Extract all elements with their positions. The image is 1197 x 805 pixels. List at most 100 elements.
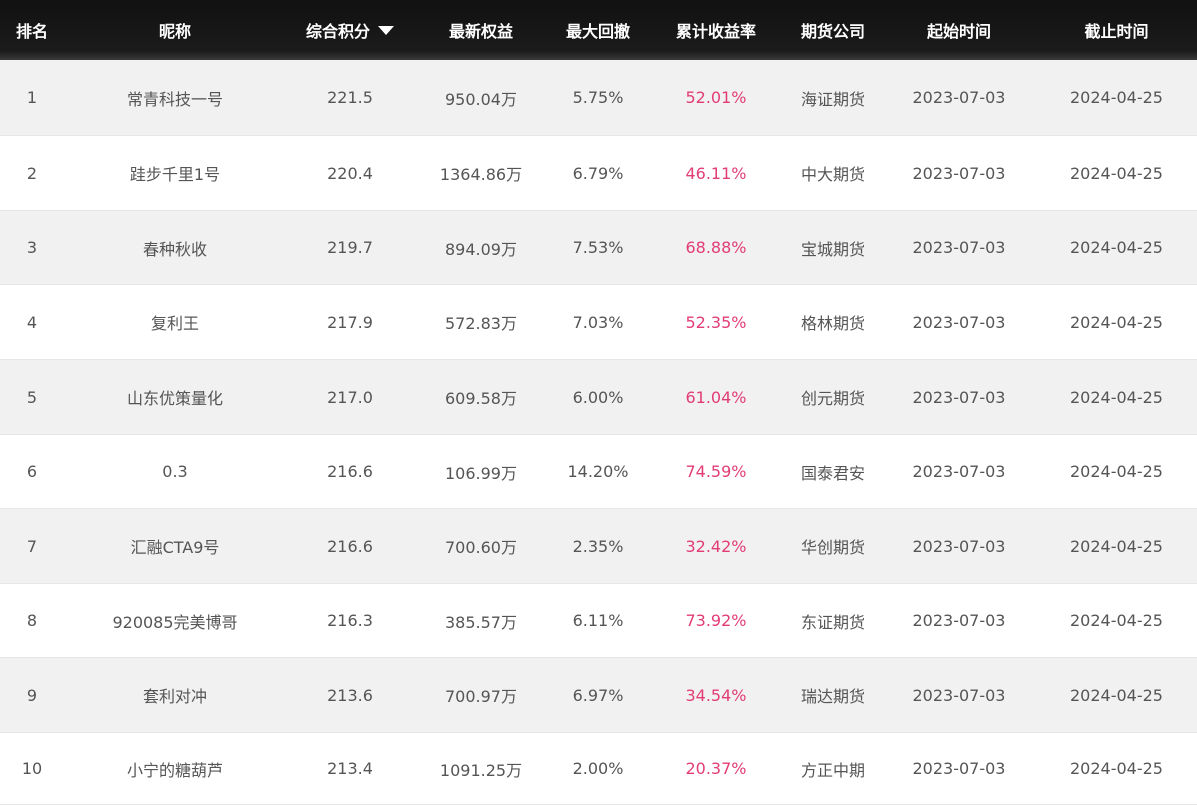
cell-rank: 8 [26,611,38,630]
cell-drawdown: 6.11% [572,611,624,630]
cell-equity: 1364.86万 [439,165,523,184]
cell-return-rate: 46.11% [685,163,747,183]
cell-score: 213.4 [327,759,373,778]
cell-score: 213.6 [327,685,373,705]
cell-score: 216.6 [327,536,373,556]
cell-start-date: 2023-07-03 [912,88,1006,107]
cell-return-rate: 34.54% [685,685,747,705]
cell-equity: 894.09万 [445,239,517,259]
header-nickname[interactable]: 昵称 [64,18,286,42]
cell-drawdown: 7.03% [572,312,624,332]
cell-drawdown: 2.00% [572,759,624,778]
cell-broker: 华创期货 [800,538,865,557]
cell-equity: 950.04万 [445,89,517,109]
cell-nickname[interactable]: 常青科技一号 [64,86,286,110]
cell-nickname[interactable]: 复利王 [64,310,286,334]
cell-equity: 106.99万 [445,463,517,483]
table-row[interactable]: 4 复利王 217.9 572.83万 7.03% 52.35% 格林期货 2023-07-0… [0,285,1197,360]
cell-nickname[interactable]: 小宁的糖葫芦 [64,757,286,781]
cell-equity: 609.58万 [445,389,517,408]
header-rank[interactable]: 排名 [0,18,64,42]
cell-equity: 572.83万 [445,314,517,333]
cell-rank: 10 [21,759,43,778]
cell-rank: 5 [26,387,38,407]
header-end-date[interactable]: 截止时间 [1036,18,1197,42]
header-equity[interactable]: 最新权益 [414,18,548,42]
table-header: 排名 昵称 综合积分 最新权益 最大回撤 累计收益率 期货公司 起始时间 截止时… [0,0,1197,60]
cell-drawdown: 5.75% [572,88,624,107]
cell-return-rate: 20.37% [685,759,747,778]
cell-start-date: 2023-07-03 [912,759,1006,778]
cell-score: 219.7 [327,238,373,257]
header-start-date[interactable]: 起始时间 [882,18,1036,42]
table-row[interactable]: 7 汇融CTA9号 216.6 700.60万 2.35% 32.42% 华创期货 2023-… [0,509,1197,584]
cell-drawdown: 6.97% [572,685,624,705]
header-return-rate[interactable]: 累计收益率 [648,18,784,42]
table-row[interactable]: 8 920085完美博哥 216.3 385.57万 6.11% 73.92% 东证期货 20… [0,584,1197,658]
cell-rank: 1 [26,88,38,107]
cell-end-date: 2024-04-25 [1070,759,1163,778]
cell-start-date: 2023-07-03 [912,312,1006,332]
ranking-table: 排名 昵称 综合积分 最新权益 最大回撤 累计收益率 期货公司 起始时间 截止时… [0,0,1197,805]
cell-end-date: 2024-04-25 [1070,312,1163,332]
table-row[interactable]: 2 跬步千里1号 220.4 1364.86万 6.79% 46.11% 中大期货 2023-… [0,136,1197,211]
cell-end-date: 2024-04-25 [1070,685,1163,705]
cell-equity: 1091.25万 [439,760,523,780]
cell-end-date: 2024-04-25 [1070,536,1163,556]
cell-nickname[interactable]: 春种秋收 [64,236,286,260]
header-score-label: 综合积分 [305,22,370,41]
cell-end-date: 2024-04-25 [1070,238,1163,257]
header-broker[interactable]: 期货公司 [784,18,882,42]
cell-return-rate: 32.42% [685,536,747,556]
table-row[interactable]: 5 山东优策量化 217.0 609.58万 6.00% 61.04% 创元期货 2023-0… [0,360,1197,435]
table-row[interactable]: 3 春种秋收 219.7 894.09万 7.53% 68.88% 宝城期货 2023-07-… [0,211,1197,285]
header-score[interactable]: 综合积分 [286,18,414,42]
cell-broker: 方正中期 [800,760,865,780]
header-drawdown[interactable]: 最大回撤 [548,18,648,42]
cell-nickname[interactable]: 跬步千里1号 [64,161,286,185]
cell-start-date: 2023-07-03 [912,387,1006,407]
cell-end-date: 2024-04-25 [1070,462,1163,481]
cell-broker: 创元期货 [800,389,865,408]
cell-broker: 宝城期货 [800,239,865,259]
cell-score: 220.4 [327,163,373,183]
table-row[interactable]: 1 常青科技一号 221.5 950.04万 5.75% 52.01% 海证期货 2023-0… [0,60,1197,136]
cell-rank: 4 [26,312,38,332]
cell-rank: 9 [26,685,38,705]
cell-return-rate: 74.59% [685,462,747,481]
cell-return-rate: 73.92% [685,611,747,630]
cell-end-date: 2024-04-25 [1070,163,1163,183]
cell-drawdown: 14.20% [567,462,629,481]
cell-nickname[interactable]: 0.3 [64,462,286,481]
cell-drawdown: 7.53% [572,238,624,257]
cell-broker: 海证期货 [800,89,865,109]
cell-start-date: 2023-07-03 [912,462,1006,481]
cell-rank: 7 [26,536,38,556]
table-row[interactable]: 10 小宁的糖葫芦 213.4 1091.25万 2.00% 20.37% 方正中期 2023… [0,733,1197,805]
cell-broker: 东证期货 [800,612,865,632]
cell-score: 216.6 [327,462,373,481]
cell-end-date: 2024-04-25 [1070,387,1163,407]
table-body: 1 常青科技一号 221.5 950.04万 5.75% 52.01% 海证期货 2023-0… [0,60,1197,805]
cell-return-rate: 68.88% [685,238,747,257]
cell-nickname[interactable]: 汇融CTA9号 [64,534,286,558]
cell-end-date: 2024-04-25 [1070,611,1163,630]
cell-nickname[interactable]: 套利对冲 [64,683,286,707]
cell-rank: 3 [26,238,38,257]
cell-equity: 385.57万 [445,612,517,632]
cell-equity: 700.60万 [445,538,517,557]
cell-drawdown: 6.79% [572,163,624,183]
cell-score: 217.9 [327,312,373,332]
cell-return-rate: 52.01% [685,88,747,107]
caret-down-icon[interactable] [378,25,394,35]
cell-nickname[interactable]: 920085完美博哥 [64,609,286,633]
cell-drawdown: 2.35% [572,536,624,556]
cell-equity: 700.97万 [445,687,517,706]
cell-drawdown: 6.00% [572,387,624,407]
cell-broker: 瑞达期货 [800,687,865,706]
table-row[interactable]: 9 套利对冲 213.6 700.97万 6.97% 34.54% 瑞达期货 2023-07-… [0,658,1197,733]
cell-score: 217.0 [327,387,373,407]
cell-rank: 2 [26,163,38,183]
table-row[interactable]: 6 0.3 216.6 106.99万 14.20% 74.59% 国泰君安 2023-07-… [0,435,1197,509]
cell-nickname[interactable]: 山东优策量化 [64,385,286,409]
